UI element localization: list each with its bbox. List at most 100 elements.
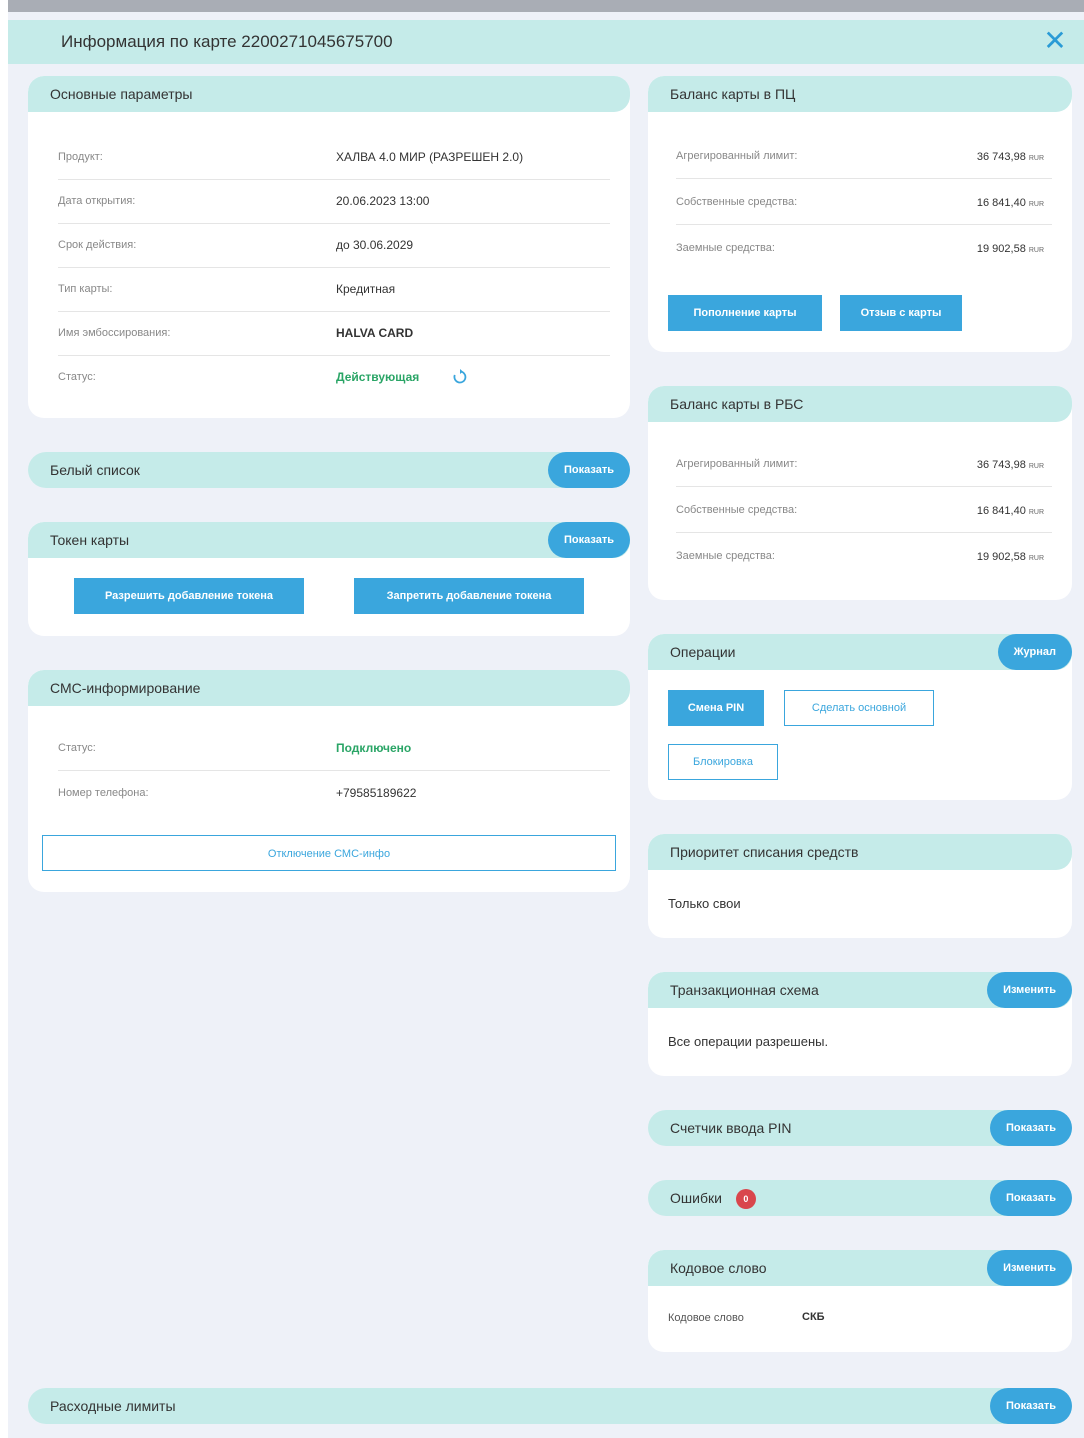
main-params-card: Основные параметры Продукт: ХАЛВА 4.0 МИ… <box>28 76 630 418</box>
refresh-icon[interactable] <box>452 369 468 385</box>
sms-row-status: Статус: Подключено <box>58 726 610 771</box>
balance-label: Заемные средства: <box>676 550 775 562</box>
code-word-edit-button[interactable]: Изменить <box>987 1250 1072 1286</box>
close-icon[interactable]: ✕ <box>1040 26 1070 56</box>
amount-value: 16 841,40 <box>976 505 1026 517</box>
param-row-emboss-name: Имя эмбоссирования: HALVA CARD <box>58 311 610 356</box>
main-params-header: Основные параметры <box>28 76 630 112</box>
deny-token-button[interactable]: Запретить добавление токена <box>354 578 584 614</box>
errors-card: Ошибки 0 Показать <box>648 1180 1072 1216</box>
token-title: Токен карты <box>50 532 130 548</box>
param-row-open-date: Дата открытия: 20.06.2023 13:00 <box>58 179 610 224</box>
limits-show-button[interactable]: Показать <box>990 1388 1072 1424</box>
pin-counter-card: Счетчик ввода PIN Показать <box>648 1110 1072 1146</box>
token-header: Токен карты Показать <box>28 522 630 558</box>
errors-header: Ошибки 0 Показать <box>648 1180 1072 1216</box>
balance-amount: 19 902,58 RUR <box>977 534 1044 582</box>
currency: RUR <box>1028 155 1044 162</box>
balance-label: Агрегированный лимит: <box>676 150 798 162</box>
sms-title: СМС-информирование <box>50 680 201 696</box>
param-value: 20.06.2023 13:00 <box>336 194 430 208</box>
amount-value: 19 902,58 <box>976 243 1026 255</box>
topup-card-button[interactable]: Пополнение карты <box>668 295 822 331</box>
param-row-expiry: Срок действия: до 30.06.2029 <box>58 223 610 268</box>
balance-pc-row: Заемные средства: 19 902,58 RUR <box>676 226 1052 270</box>
param-row-status: Статус: Действующая <box>58 355 610 399</box>
journal-button[interactable]: Журнал <box>997 634 1072 670</box>
balance-rbs-header: Баланс карты в РБС <box>648 386 1072 422</box>
tx-scheme-value: Все операции разрешены. <box>668 1034 829 1049</box>
balance-pc-row: Агрегированный лимит: 36 743,98 RUR <box>676 134 1052 179</box>
status-value: Действующая <box>336 370 420 384</box>
balance-rbs-row: Собственные средства: 16 841,40 RUR <box>676 488 1052 533</box>
pin-counter-show-button[interactable]: Показать <box>990 1110 1072 1146</box>
code-word-value: СКБ <box>802 1311 825 1323</box>
balance-label: Собственные средства: <box>676 196 798 208</box>
operations-header: Операции Журнал <box>648 634 1072 670</box>
param-value: HALVA CARD <box>336 326 414 340</box>
param-label: Тип карты: <box>58 283 113 295</box>
balance-rbs-row: Агрегированный лимит: 36 743,98 RUR <box>676 442 1052 487</box>
param-label: Статус: <box>58 371 96 383</box>
balance-label: Собственные средства: <box>676 504 798 516</box>
withdraw-card-button[interactable]: Отзыв с карты <box>840 295 962 331</box>
amount-value: 36 743,98 <box>976 459 1026 471</box>
top-strip <box>8 0 1084 12</box>
balance-amount: 36 743,98 RUR <box>977 442 1044 490</box>
errors-title-wrap: Ошибки 0 <box>670 1180 756 1216</box>
sms-label: Номер телефона: <box>58 787 149 799</box>
sms-row-phone: Номер телефона: +79585189622 <box>58 771 610 815</box>
disable-sms-button[interactable]: Отключение СМС-инфо <box>42 835 616 871</box>
balance-rbs-row: Заемные средства: 19 902,58 RUR <box>676 534 1052 578</box>
balance-pc-card: Баланс карты в ПЦ Агрегированный лимит: … <box>648 76 1072 352</box>
param-row-card-type: Тип карты: Кредитная <box>58 267 610 312</box>
whitelist-title: Белый список <box>50 462 140 478</box>
whitelist-show-button[interactable]: Показать <box>548 452 630 488</box>
sms-phone-value: +79585189622 <box>336 786 417 800</box>
param-label: Срок действия: <box>58 239 137 251</box>
amount-value: 16 841,40 <box>976 197 1026 209</box>
sms-card: СМС-информирование Статус: Подключено Но… <box>28 670 630 892</box>
balance-amount: 16 841,40 RUR <box>977 488 1044 536</box>
priority-value: Только свои <box>668 896 741 911</box>
tx-scheme-edit-button[interactable]: Изменить <box>987 972 1072 1008</box>
whitelist-header: Белый список Показать <box>28 452 630 488</box>
priority-card: Приоритет списания средств Только свои <box>648 834 1072 938</box>
errors-show-button[interactable]: Показать <box>990 1180 1072 1216</box>
priority-header: Приоритет списания средств <box>648 834 1072 870</box>
currency: RUR <box>1028 201 1044 208</box>
priority-title: Приоритет списания средств <box>670 844 859 860</box>
pin-counter-title: Счетчик ввода PIN <box>670 1120 792 1136</box>
allow-token-button[interactable]: Разрешить добавление токена <box>74 578 304 614</box>
param-value: до 30.06.2029 <box>336 238 414 252</box>
currency: RUR <box>1028 247 1044 254</box>
amount-value: 36 743,98 <box>976 151 1026 163</box>
param-label: Имя эмбоссирования: <box>58 327 171 339</box>
param-label: Продукт: <box>58 151 103 163</box>
balance-amount: 16 841,40 RUR <box>977 180 1044 228</box>
pin-counter-header: Счетчик ввода PIN Показать <box>648 1110 1072 1146</box>
token-show-button[interactable]: Показать <box>548 522 630 558</box>
limits-card: Расходные лимиты Показать <box>28 1388 1072 1424</box>
make-main-button[interactable]: Сделать основной <box>784 690 934 726</box>
limits-header: Расходные лимиты Показать <box>28 1388 1072 1424</box>
amount-value: 19 902,58 <box>976 551 1026 563</box>
tx-scheme-header: Транзакционная схема Изменить <box>648 972 1072 1008</box>
tx-scheme-card: Транзакционная схема Изменить Все операц… <box>648 972 1072 1076</box>
sms-status-value: Подключено <box>336 741 412 755</box>
param-value: ХАЛВА 4.0 МИР (РАЗРЕШЕН 2.0) <box>336 150 524 164</box>
token-card: Токен карты Показать Разрешить добавлени… <box>28 522 630 636</box>
balance-rbs-title: Баланс карты в РБС <box>670 396 804 412</box>
block-card-button[interactable]: Блокировка <box>668 744 778 780</box>
param-label: Дата открытия: <box>58 195 136 207</box>
param-row-product: Продукт: ХАЛВА 4.0 МИР (РАЗРЕШЕН 2.0) <box>58 135 610 180</box>
tx-scheme-title: Транзакционная схема <box>670 982 819 998</box>
main-params-title: Основные параметры <box>50 86 193 102</box>
code-word-label: Кодовое слово <box>668 1312 744 1324</box>
change-pin-button[interactable]: Смена PIN <box>668 690 764 726</box>
errors-title: Ошибки <box>670 1190 722 1206</box>
whitelist-card: Белый список Показать <box>28 452 630 488</box>
currency: RUR <box>1028 555 1044 562</box>
card-info-modal: Информация по карте 2200271045675700 ✕ О… <box>8 12 1084 1438</box>
balance-pc-row: Собственные средства: 16 841,40 RUR <box>676 180 1052 225</box>
